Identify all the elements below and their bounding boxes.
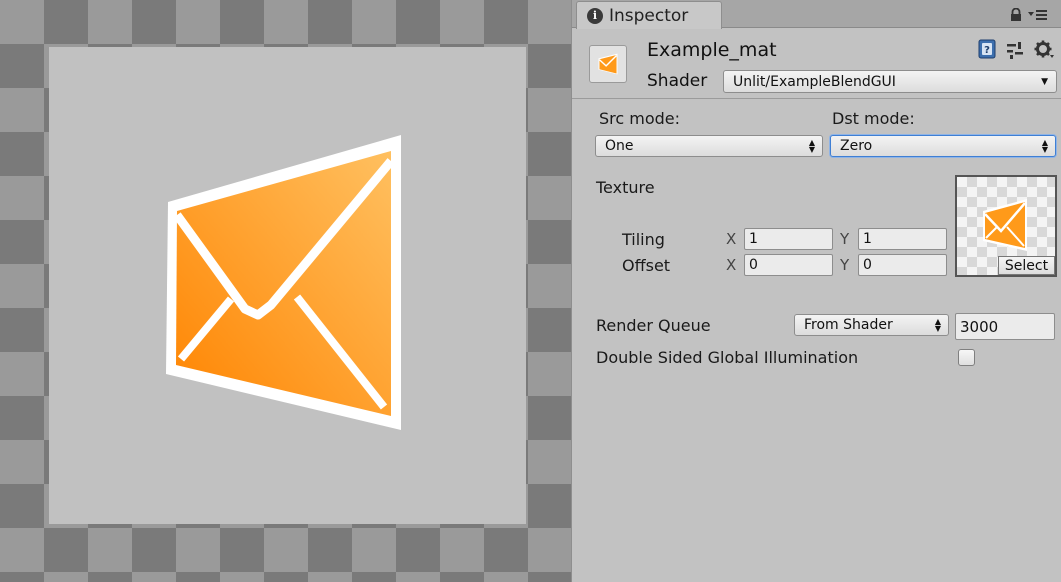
scene-view[interactable] (0, 0, 571, 582)
texture-label: Texture (596, 178, 655, 197)
tiling-y-axis-label: Y (840, 230, 850, 248)
double-sided-gi-checkbox[interactable] (958, 349, 975, 366)
offset-y-field[interactable]: 0 (858, 254, 947, 276)
texture-slot[interactable]: Select (955, 175, 1057, 277)
dst-mode-value: Zero (840, 138, 873, 154)
updown-arrow-icon: ▲ ▼ (808, 138, 815, 154)
material-header: Example_mat Shader Unlit/ExampleBlendGUI… (572, 29, 1061, 99)
info-icon: i (587, 7, 603, 24)
offset-y-value: 0 (863, 257, 872, 273)
render-queue-mode-dropdown[interactable]: From Shader ▲ ▼ (794, 314, 949, 336)
inspector-panel: i Inspector Example_mat Shader Unlit/Exa… (571, 0, 1061, 582)
material-thumbnail (589, 45, 627, 83)
tab-inspector-label: Inspector (609, 5, 689, 26)
tiling-y-value: 1 (863, 231, 872, 247)
offset-y-axis-label: Y (840, 256, 850, 274)
src-mode-dropdown[interactable]: One ▲ ▼ (595, 135, 823, 157)
material-name: Example_mat (647, 39, 777, 61)
tab-bar: i Inspector (572, 0, 1061, 29)
offset-label: Offset (622, 256, 671, 275)
lock-icon[interactable] (1009, 8, 1023, 22)
render-queue-mode-value: From Shader (804, 317, 893, 333)
tiling-y-field[interactable]: 1 (858, 228, 947, 250)
help-icon[interactable]: ? (977, 39, 997, 59)
gear-icon[interactable] (1034, 39, 1054, 59)
tiling-label: Tiling (622, 230, 665, 249)
src-mode-value: One (605, 138, 634, 154)
dst-mode-label: Dst mode: (832, 109, 915, 128)
offset-x-axis-label: X (726, 256, 737, 274)
render-queue-value-field[interactable]: 3000 (955, 313, 1055, 340)
texture-select-button[interactable]: Select (998, 256, 1055, 275)
render-queue-value: 3000 (960, 317, 999, 336)
preset-icon[interactable] (1005, 40, 1025, 60)
render-queue-label: Render Queue (596, 316, 711, 335)
updown-arrow-icon: ▲ ▼ (1041, 138, 1048, 154)
tiling-x-field[interactable]: 1 (744, 228, 833, 250)
envelope-icon (983, 199, 1027, 251)
envelope-icon (598, 53, 618, 75)
shader-dropdown[interactable]: Unlit/ExampleBlendGUI ▼ (723, 70, 1057, 93)
tiling-x-value: 1 (749, 231, 758, 247)
dst-mode-dropdown[interactable]: Zero ▲ ▼ (830, 135, 1056, 157)
svg-text:?: ? (984, 45, 990, 56)
material-preview-quad (49, 47, 526, 524)
updown-arrow-icon: ▲ ▼ (934, 317, 941, 333)
double-sided-gi-label: Double Sided Global Illumination (596, 348, 859, 367)
src-mode-label: Src mode: (599, 109, 681, 128)
shader-label: Shader (647, 71, 708, 91)
shader-dropdown-value: Unlit/ExampleBlendGUI (733, 73, 896, 90)
tiling-x-axis-label: X (726, 230, 737, 248)
envelope-icon (166, 135, 401, 430)
offset-x-value: 0 (749, 257, 758, 273)
chevron-down-icon: ▼ (1041, 76, 1048, 87)
tab-inspector[interactable]: i Inspector (576, 1, 722, 29)
offset-x-field[interactable]: 0 (744, 254, 833, 276)
tab-menu-icon[interactable] (1028, 8, 1048, 22)
